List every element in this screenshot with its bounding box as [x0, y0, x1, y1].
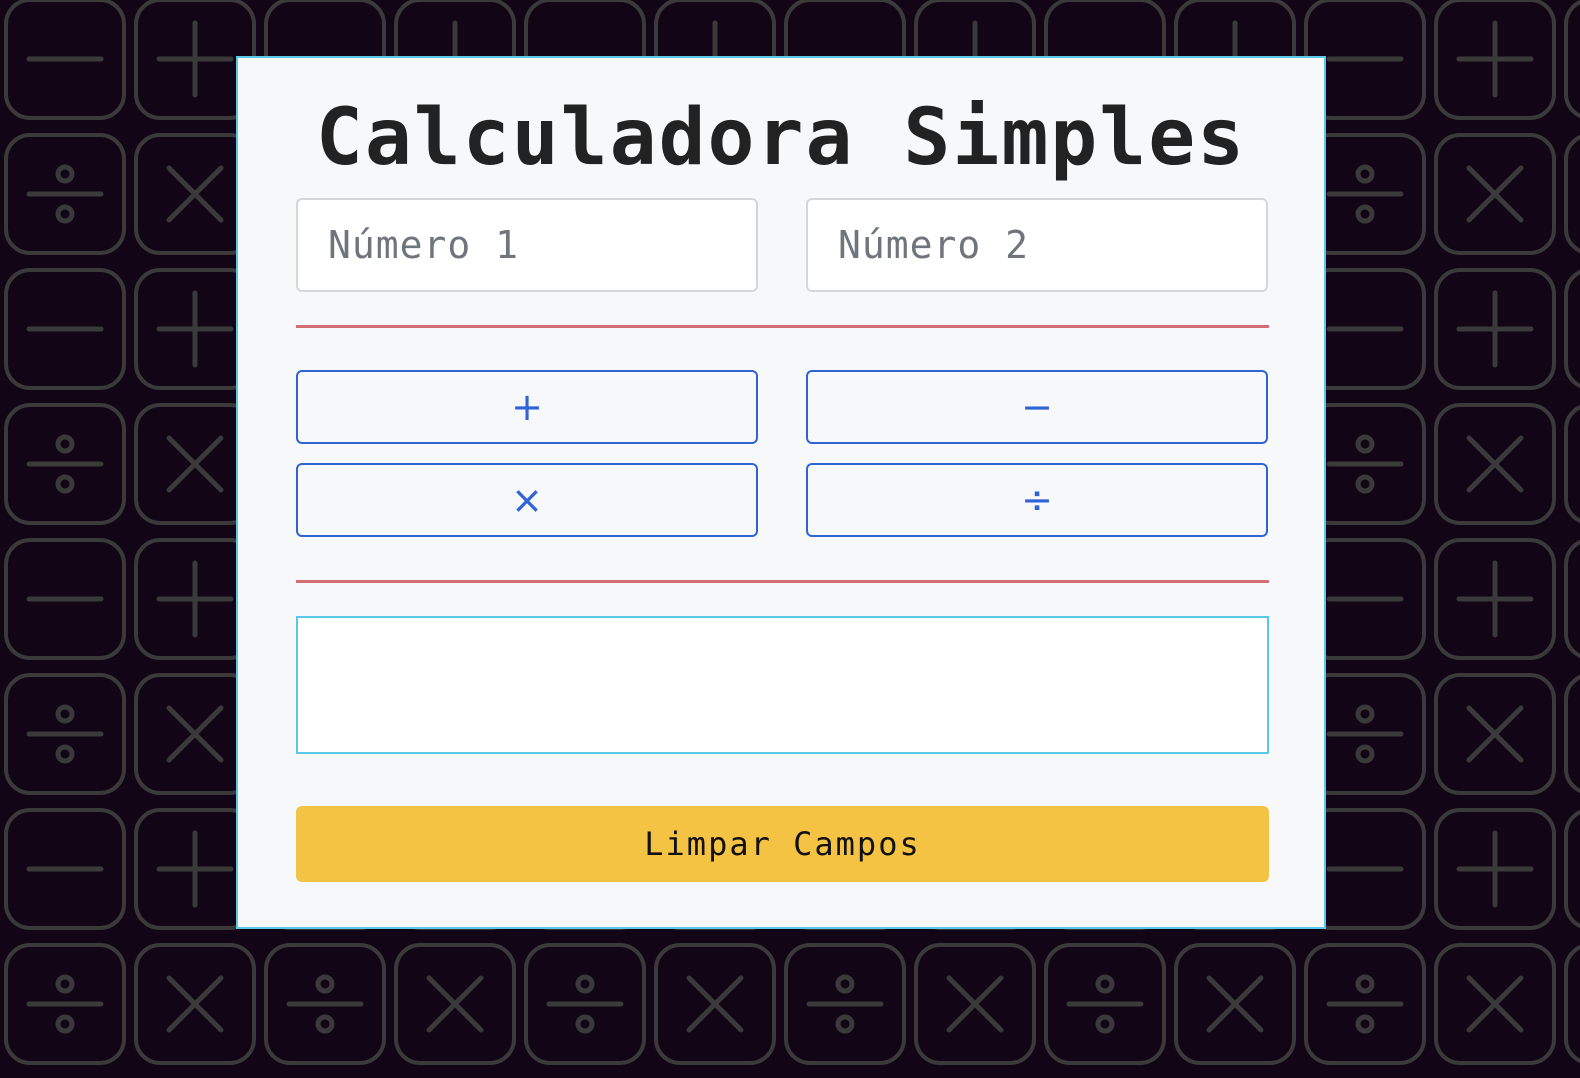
divider-bottom [296, 580, 1269, 583]
pattern-minus-icon [1564, 540, 1580, 658]
pattern-divide-icon [4, 943, 126, 1065]
pattern-divide-icon [1564, 675, 1580, 793]
clear-fields-button[interactable]: Limpar Campos [296, 806, 1269, 882]
pattern-divide-icon [524, 943, 646, 1065]
calculator-card: Calculadora Simples + − × ÷ Limpar Campo… [236, 56, 1326, 929]
pattern-plus-icon [1434, 538, 1556, 660]
pattern-times-icon [654, 943, 776, 1065]
pattern-divide-icon [4, 403, 126, 525]
subtract-button[interactable]: − [806, 370, 1268, 444]
pattern-divide-icon [264, 943, 386, 1065]
divider-top [296, 325, 1269, 328]
pattern-times-icon [1434, 133, 1556, 255]
number-1-input[interactable] [296, 198, 758, 292]
page-title: Calculadora Simples [315, 93, 1247, 183]
pattern-divide-icon [4, 133, 126, 255]
pattern-times-icon [1434, 943, 1556, 1065]
pattern-times-icon [914, 943, 1036, 1065]
pattern-times-icon [1174, 943, 1296, 1065]
pattern-minus-icon [4, 538, 126, 660]
pattern-plus-icon [1434, 0, 1556, 120]
divide-button[interactable]: ÷ [806, 463, 1268, 537]
pattern-minus-icon [1564, 270, 1580, 388]
pattern-times-icon [1434, 403, 1556, 525]
pattern-minus-icon [4, 268, 126, 390]
pattern-divide-icon [1304, 943, 1426, 1065]
divide-icon: ÷ [1021, 478, 1053, 522]
times-icon: × [511, 478, 543, 522]
add-button[interactable]: + [296, 370, 758, 444]
number-2-input[interactable] [806, 198, 1268, 292]
pattern-divide-icon [1564, 405, 1580, 523]
pattern-plus-icon [1434, 808, 1556, 930]
multiply-button[interactable]: × [296, 463, 758, 537]
pattern-divide-icon [784, 943, 906, 1065]
result-display [296, 616, 1269, 754]
pattern-divide-icon [1564, 135, 1580, 253]
pattern-divide-icon [1044, 943, 1166, 1065]
pattern-minus-icon [1564, 810, 1580, 928]
minus-icon: − [1021, 385, 1053, 429]
pattern-minus-icon [1564, 0, 1580, 118]
pattern-divide-icon [4, 673, 126, 795]
pattern-plus-icon [1434, 268, 1556, 390]
pattern-minus-icon [4, 808, 126, 930]
pattern-times-icon [1434, 673, 1556, 795]
pattern-times-icon [394, 943, 516, 1065]
pattern-divide-icon [1564, 945, 1580, 1063]
pattern-minus-icon [4, 0, 126, 120]
pattern-times-icon [134, 943, 256, 1065]
plus-icon: + [511, 385, 543, 429]
